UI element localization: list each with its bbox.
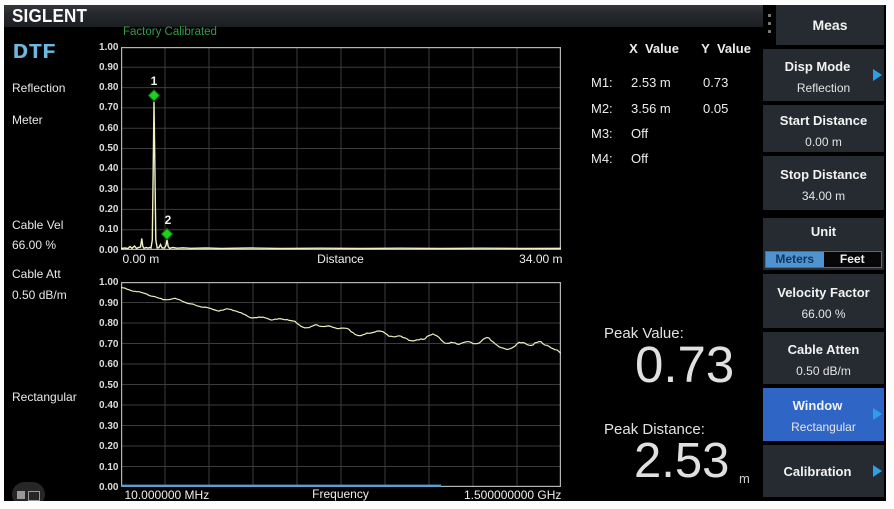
svg-text:1: 1 [150, 74, 157, 88]
svg-text:2: 2 [164, 213, 171, 227]
